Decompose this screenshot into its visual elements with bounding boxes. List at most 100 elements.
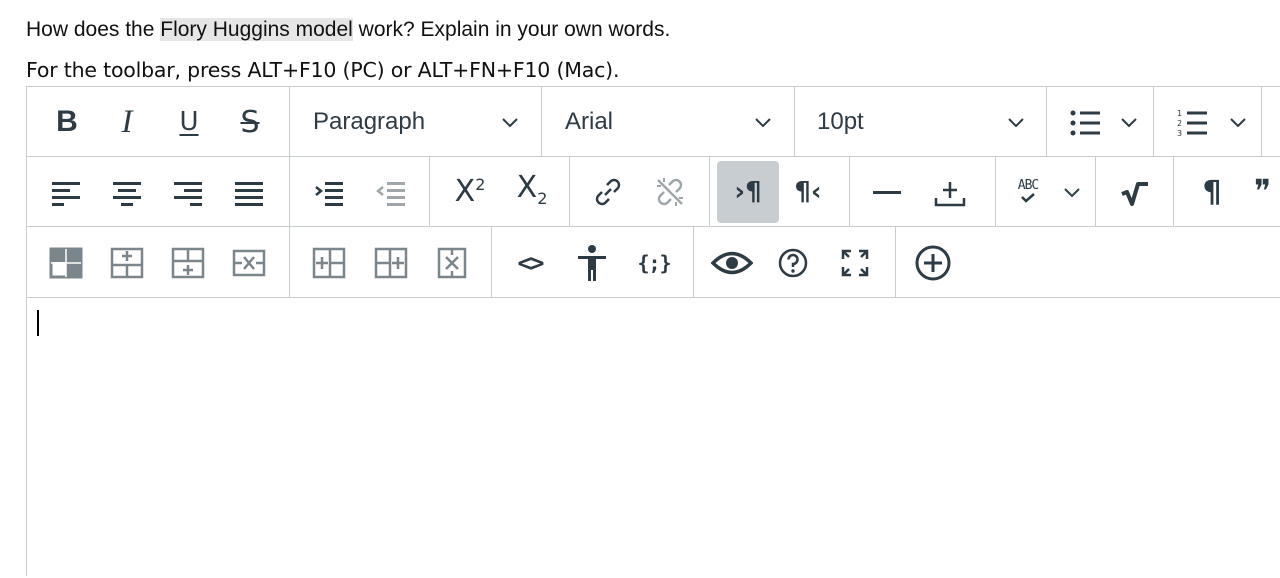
subscript-letter: X [516, 170, 538, 205]
toolbar-row-1: B I U S Paragraph Arial 10pt 1 2 3 [27, 87, 1280, 157]
align-left-button[interactable] [49, 175, 83, 209]
link-group [570, 157, 710, 226]
outdent-button[interactable] [374, 175, 408, 209]
svg-text:2: 2 [1177, 119, 1182, 128]
toolbar-row-3: <> {;} [27, 227, 1280, 298]
html-editor-button[interactable]: <> [510, 245, 550, 281]
rtl-button[interactable]: ¶‹ [782, 173, 834, 211]
toolbar-row-2: X2 X2 ›¶ ¶‹ ABC ¶ ❞ [27, 157, 1280, 227]
link-button[interactable] [588, 173, 628, 211]
rtl-icon: ¶‹ [794, 177, 822, 207]
accessibility-checker-button[interactable] [572, 243, 612, 283]
spellcheck-group[interactable]: ABC [996, 157, 1096, 226]
italic-icon: I [121, 103, 133, 140]
blockquote-button[interactable]: ❞ [1254, 171, 1280, 211]
table-icon [49, 247, 83, 279]
block-format-value: Paragraph [313, 108, 426, 135]
indent-button[interactable] [312, 175, 346, 209]
more-button[interactable] [912, 243, 954, 283]
table-insert-column-icon [312, 247, 346, 279]
table-delete-row-icon [232, 247, 266, 279]
chevron-down-icon [1060, 181, 1084, 205]
embed-group: <> {;} [492, 227, 694, 297]
insert-row-before-button[interactable] [108, 245, 146, 281]
preview-button[interactable] [710, 243, 754, 283]
block-format-group[interactable]: Paragraph [290, 87, 542, 156]
italic-button[interactable]: I [109, 103, 145, 141]
help-icon [777, 247, 809, 279]
insert-row-after-button[interactable] [169, 245, 207, 281]
font-family-group[interactable]: Arial [542, 87, 795, 156]
underline-button[interactable]: U [171, 103, 207, 141]
subscript-button[interactable]: X2 [510, 169, 554, 209]
accessibility-icon [575, 244, 609, 282]
align-right-button[interactable] [171, 175, 205, 209]
show-blocks-button[interactable]: ¶ [1192, 173, 1232, 211]
pilcrow-icon: ¶ [1202, 174, 1222, 210]
table-cell-group [27, 227, 290, 297]
superscript-icon: X2 [455, 174, 486, 209]
script-group: X2 X2 [430, 157, 570, 226]
table-column-group [290, 227, 492, 297]
equation-group [1096, 157, 1174, 226]
subscript-mark: 2 [537, 189, 548, 208]
font-family-value: Arial [565, 108, 614, 135]
outdent-icon [376, 178, 406, 206]
align-justify-icon [234, 178, 264, 206]
view-group [694, 227, 896, 297]
ltr-button[interactable]: ›¶ [717, 161, 779, 223]
chevron-down-icon [1226, 111, 1250, 135]
bold-button[interactable]: B [49, 103, 85, 141]
numbered-list-icon: 1 2 3 [1174, 105, 1210, 141]
chevron-down-icon [1117, 111, 1141, 135]
alignment-group [27, 157, 290, 226]
text-caret [37, 310, 39, 336]
embed-button[interactable]: {;} [634, 245, 674, 281]
font-size-value: 10pt [817, 108, 864, 135]
more-group [896, 227, 976, 297]
question-text: How does the Flory Huggins model work? E… [26, 18, 670, 42]
table-insert-row-icon [110, 247, 144, 279]
rtl-pilcrow: ¶ [794, 177, 811, 207]
ltr-icon: ›¶ [734, 177, 762, 207]
fullscreen-button[interactable] [836, 245, 874, 281]
direction-group: ›¶ ¶‹ [710, 157, 850, 226]
link-icon [591, 175, 625, 209]
bullet-list-icon [1067, 105, 1103, 141]
superscript-button[interactable]: X2 [448, 171, 492, 211]
insert-column-before-button[interactable] [310, 245, 348, 281]
subscript-icon: X2 [517, 170, 548, 208]
underline-icon: U [179, 107, 199, 137]
bullet-list-group[interactable] [1047, 87, 1154, 156]
plus-circle-icon [914, 244, 952, 282]
svg-text:1: 1 [1177, 109, 1182, 118]
code-icon: <> [517, 249, 545, 277]
upload-icon [933, 176, 967, 210]
insert-misc-group [850, 157, 996, 226]
chevron-down-icon [1004, 111, 1028, 135]
upload-button[interactable] [932, 175, 968, 211]
align-center-button[interactable] [110, 175, 144, 209]
unlink-button[interactable] [650, 173, 690, 211]
strikethrough-button[interactable]: S [232, 103, 268, 141]
numbered-list-group[interactable]: 1 2 3 [1154, 87, 1262, 156]
question-highlight: Flory Huggins model [160, 18, 353, 41]
font-size-group[interactable]: 10pt [795, 87, 1047, 156]
delete-column-button[interactable] [433, 245, 471, 281]
delete-row-button[interactable] [230, 245, 268, 281]
editor-content-area[interactable] [27, 298, 1280, 578]
fullscreen-icon [839, 247, 871, 279]
strikethrough-icon: S [240, 104, 260, 140]
toolbar-hint: For the toolbar, press ALT+F10 (PC) or A… [26, 58, 620, 82]
horizontal-rule-button[interactable] [870, 175, 904, 209]
align-justify-button[interactable] [232, 175, 266, 209]
help-button[interactable] [774, 245, 812, 281]
superscript-mark: 2 [475, 174, 486, 194]
square-root-icon [1118, 178, 1152, 208]
table-cell-props-button[interactable] [47, 245, 85, 281]
equation-button[interactable] [1116, 175, 1154, 211]
insert-column-after-button[interactable] [372, 245, 410, 281]
align-left-icon [51, 178, 81, 206]
svg-text:3: 3 [1177, 129, 1182, 138]
eye-icon [711, 248, 753, 278]
